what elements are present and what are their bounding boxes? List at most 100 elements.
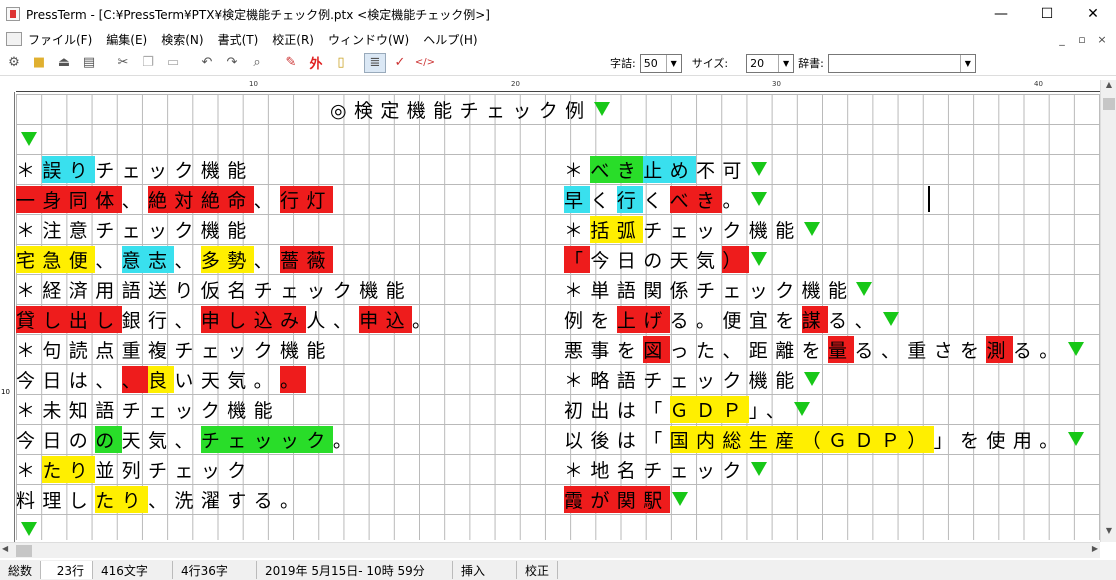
paragraph-end-icon <box>750 462 767 476</box>
line-text: 、 <box>253 189 281 212</box>
line-text: 今日の天気 <box>590 249 723 272</box>
line-text: 、 <box>95 249 122 272</box>
search-icon[interactable]: ⌕ <box>246 53 268 73</box>
line-text: 以後は「 <box>564 429 670 452</box>
line-text: 天気、 <box>121 429 201 452</box>
cursor-position: 4行36字 <box>173 561 258 579</box>
scroll-right-icon[interactable]: ▶ <box>1092 544 1098 553</box>
line-text: ＊ <box>564 219 591 242</box>
highlighted-text: 宅急便 <box>16 245 96 273</box>
eraser-icon[interactable]: ✎ <box>280 53 302 73</box>
highlighted-text: 多勢 <box>200 245 254 273</box>
paragraph-end-icon <box>1067 342 1084 356</box>
import-icon[interactable]: ⏏ <box>53 53 75 73</box>
highlighted-text: 貸し出し <box>16 305 122 333</box>
horizontal-scrollbar[interactable]: ◀ ▶ <box>0 542 1100 558</box>
redo-icon[interactable]: ↷ <box>221 53 243 73</box>
paragraph-end-icon <box>21 132 37 146</box>
text-line: ＊べき 止め 不可 <box>564 154 767 184</box>
dict-select[interactable]: ▼ <box>827 53 976 73</box>
scroll-left-icon[interactable]: ◀ <box>2 544 8 553</box>
paste-icon[interactable]: ▭ <box>162 53 184 73</box>
text-line: 料理し たり 、洗濯する。 <box>16 484 306 514</box>
line-text: ＊経済用語送り仮名チェック機能 <box>16 279 413 302</box>
text-line: 今日は、、良い天気。。 <box>16 364 307 394</box>
char-count-label: 字詰: <box>610 57 636 70</box>
scroll-up-icon[interactable]: ▲ <box>1101 80 1116 96</box>
highlighted-text: 図 <box>643 335 670 363</box>
vertical-text-icon[interactable]: ≣ <box>364 52 386 73</box>
line-text: 、 <box>121 189 149 212</box>
menu-edit[interactable]: 編集(E) <box>106 31 147 48</box>
ruler-tick-10: 10 <box>249 80 258 88</box>
vertical-scrollbar[interactable]: ▲ ▼ <box>1100 80 1116 542</box>
highlighted-text: 申し込み <box>200 305 307 333</box>
check-icon[interactable]: ✓ <box>389 53 411 73</box>
text-cursor <box>928 186 930 212</box>
menu-search[interactable]: 検索(N) <box>161 31 203 48</box>
highlighted-text: たり <box>42 455 96 483</box>
size-label: サイズ: <box>691 57 729 70</box>
line-text: 不可 <box>696 159 749 182</box>
highlighted-text: 上げ <box>616 305 670 333</box>
paragraph-end-icon <box>593 102 610 116</box>
text-line: ＊句読点重複チェック機能 <box>16 334 333 364</box>
cut-icon[interactable]: ✂ <box>112 53 134 73</box>
menu-file[interactable]: ファイル(F) <box>28 31 92 48</box>
line-text: ＊ <box>564 159 591 182</box>
text-line: 例を 上げ る。便宜を謀る、 <box>564 304 899 334</box>
text-line: 霞が関駅 <box>564 484 688 514</box>
line-text: く <box>590 189 617 212</box>
memo-icon[interactable]: ▯ <box>330 53 352 73</box>
highlighted-text: 良 <box>148 365 175 393</box>
highlighted-text: 行 <box>616 185 644 213</box>
undo-icon[interactable]: ↶ <box>196 53 218 73</box>
line-text: ＊ <box>16 159 43 182</box>
text-line: 初出は「 ＧＤＰ」、 <box>564 394 811 424</box>
line-text: る、重さを <box>854 339 987 362</box>
chevron-down-icon[interactable]: ▼ <box>665 54 681 72</box>
menu-window[interactable]: ウィンドウ(W) <box>328 31 409 48</box>
chevron-down-icon[interactable]: ▼ <box>778 54 793 72</box>
menu-format[interactable]: 書式(T) <box>218 31 259 48</box>
maximize-button[interactable]: ☐ <box>1024 0 1070 28</box>
mdi-minimize-button[interactable]: _ <box>1052 33 1072 46</box>
document-icon[interactable] <box>6 32 22 46</box>
line-text: る、 <box>828 309 881 332</box>
print-icon[interactable]: ▤ <box>78 53 100 73</box>
mdi-close-button[interactable]: × <box>1092 33 1112 46</box>
size-select[interactable]: 20 ▼ <box>746 53 795 73</box>
document-area[interactable]: ◎検定機能チェック例 ＊誤り チェック機能 一身同体、絶対絶命、行灯 ＊注意チェック機… <box>16 94 1100 540</box>
document-title-line: ◎検定機能チェック例 <box>330 94 610 124</box>
insert-mode: 挿入 <box>453 561 518 579</box>
scroll-down-icon[interactable]: ▼ <box>1101 526 1116 542</box>
menu-proofread[interactable]: 校正(R) <box>272 31 314 48</box>
open-folder-icon[interactable]: ■ <box>28 53 50 73</box>
minimize-button[interactable]: — <box>978 0 1024 28</box>
line-text: った、距離を <box>669 339 829 362</box>
line-text: 。 <box>332 429 360 452</box>
app-icon[interactable] <box>6 7 20 21</box>
menu-help[interactable]: ヘルプ(H) <box>423 31 477 48</box>
highlighted-text: 意志 <box>121 245 175 273</box>
scroll-thumb[interactable] <box>1103 98 1115 110</box>
dict-label: 辞書: <box>798 57 824 70</box>
vertical-ruler: 10 <box>0 92 15 542</box>
settings-icon[interactable]: ⚙ <box>3 53 25 73</box>
scroll-thumb[interactable] <box>16 545 32 557</box>
highlighted-text: ＧＤＰ <box>669 395 749 423</box>
copy-icon[interactable]: ❐ <box>137 53 159 73</box>
chevron-down-icon[interactable]: ▼ <box>959 54 975 72</box>
close-button[interactable]: ✕ <box>1070 0 1116 28</box>
toolbar: ⚙ ■ ⏏ ▤ ✂ ❐ ▭ ↶ ↷ ⌕ ✎ 外 ▯ ≣ ✓ </> 字詰: 50… <box>0 50 1116 76</box>
char-count-select[interactable]: 50 ▼ <box>639 53 682 73</box>
text-line: 今日のの天気、 チェッック。 <box>16 424 359 454</box>
paragraph-end-icon <box>750 192 767 206</box>
tag-icon[interactable]: </> <box>414 53 436 73</box>
foreign-char-icon[interactable]: 外 <box>305 53 327 73</box>
highlighted-text: べき <box>590 155 644 183</box>
mdi-restore-button[interactable]: ▫ <box>1072 33 1092 46</box>
text-line: ＊未知語チェック機能 <box>16 394 280 424</box>
text-line: 宅急便、意志、多勢、薔薇 <box>16 244 333 274</box>
highlighted-text: チェッック <box>200 425 333 453</box>
